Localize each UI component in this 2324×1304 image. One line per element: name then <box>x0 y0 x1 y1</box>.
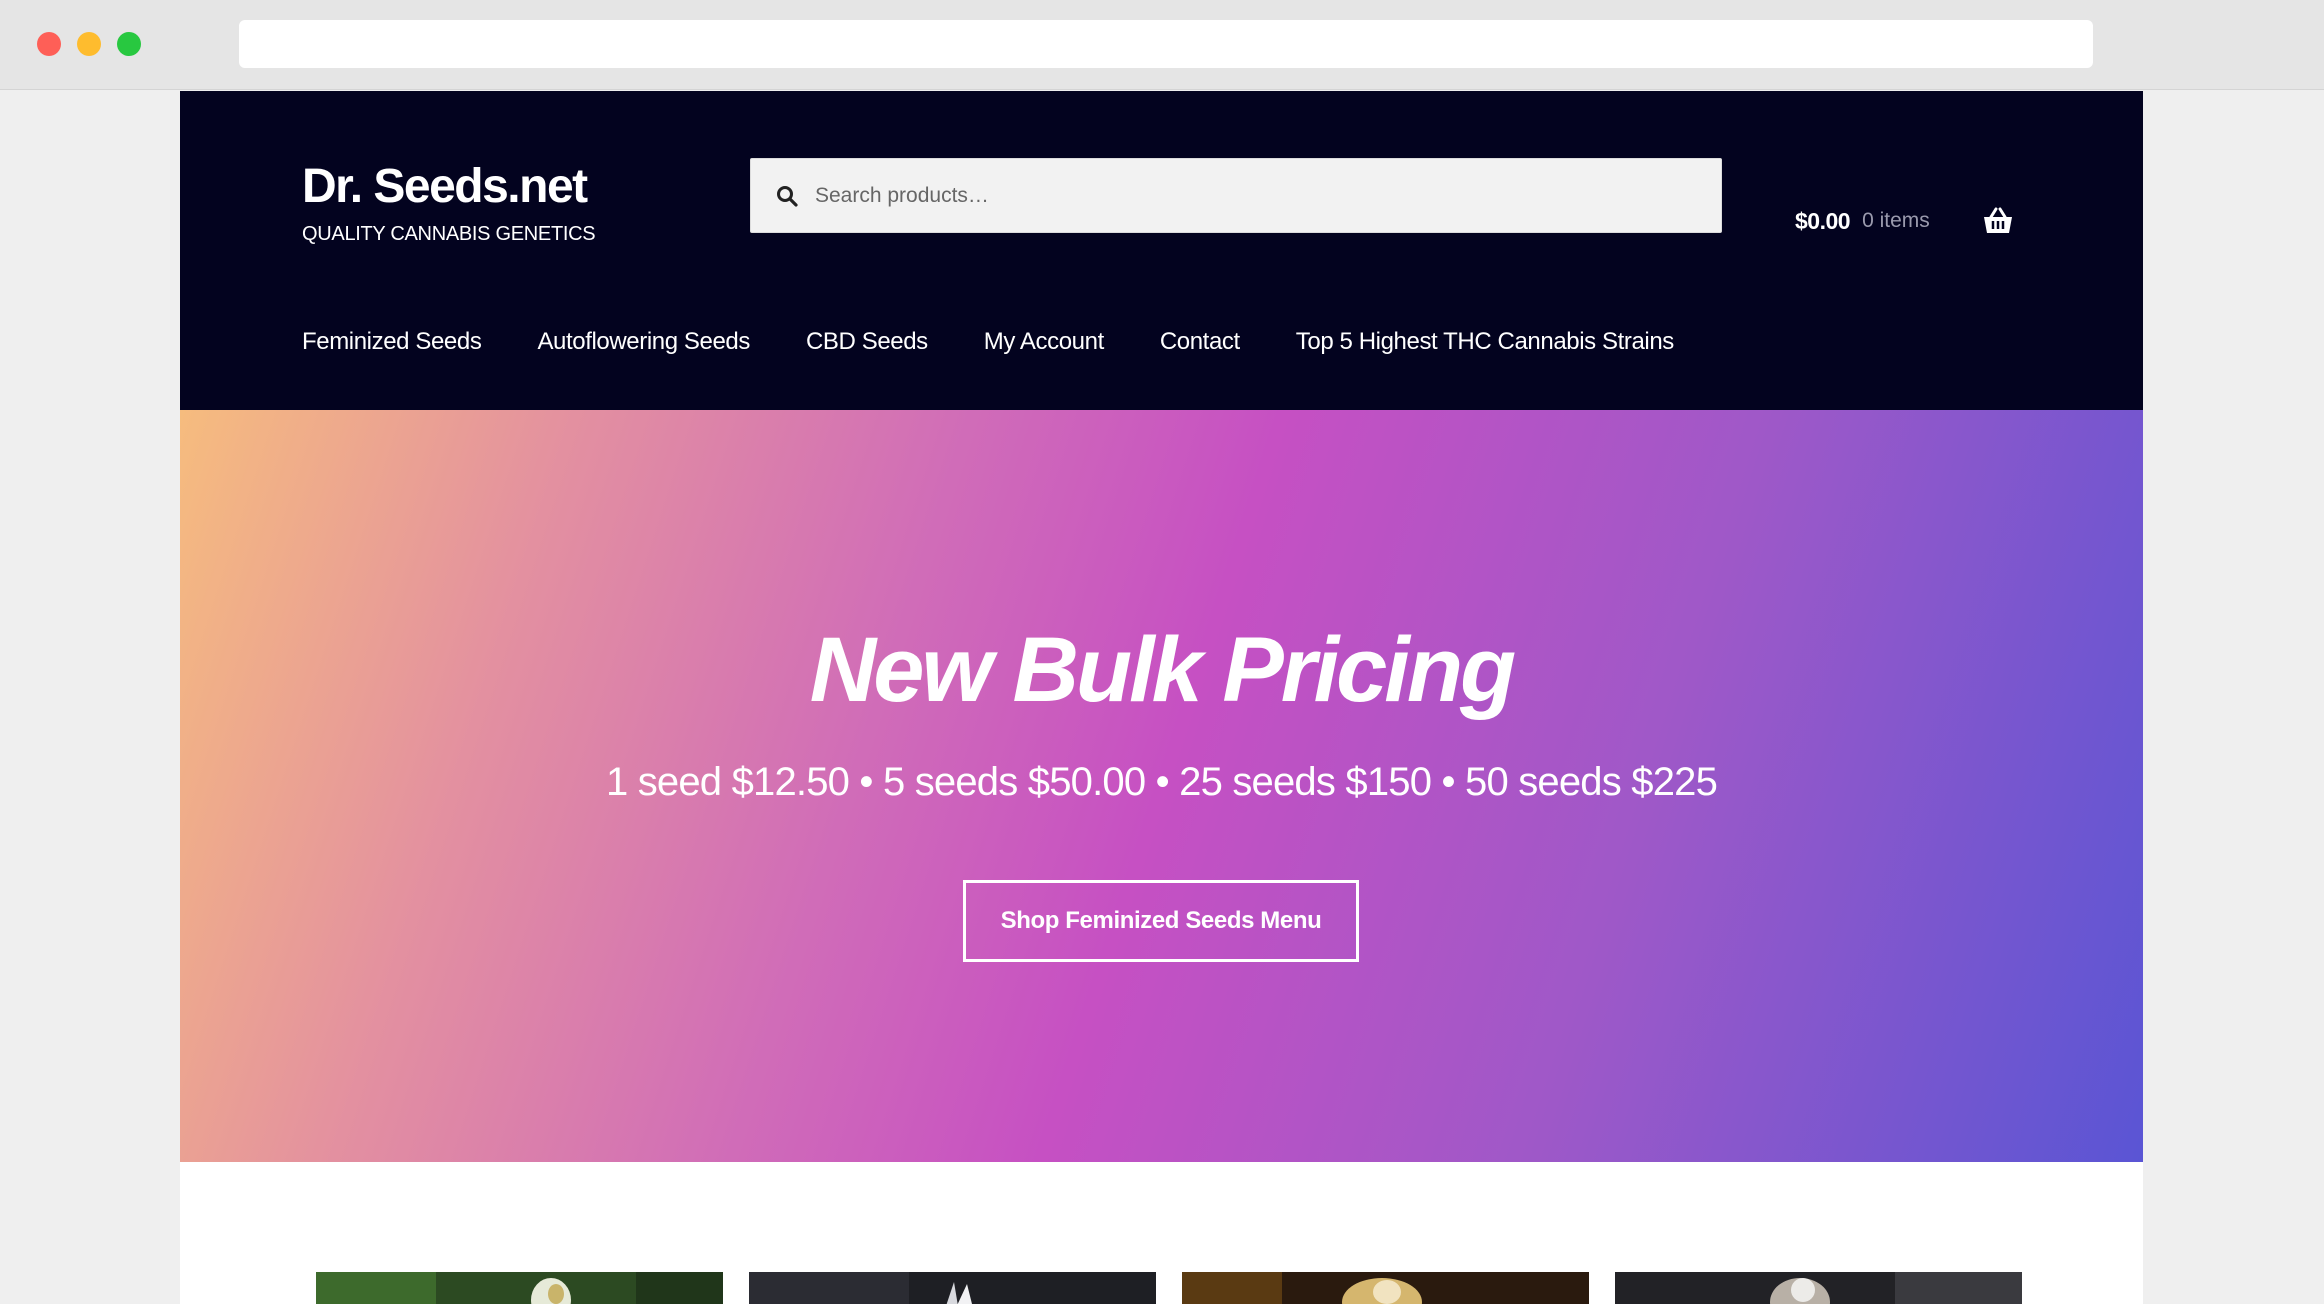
product-card[interactable] <box>749 1272 1156 1304</box>
primary-navigation: Feminized Seeds Autoflowering Seeds CBD … <box>302 328 1730 356</box>
product-card[interactable] <box>1182 1272 1589 1304</box>
site-branding[interactable]: Dr. Seeds.net QUALITY CANNABIS GENETICS <box>302 161 596 247</box>
browser-chrome <box>0 0 2324 90</box>
product-image[interactable] <box>1615 1272 2022 1304</box>
web-page: Dr. Seeds.net QUALITY CANNABIS GENETICS … <box>180 91 2143 1304</box>
search-input[interactable] <box>815 183 1695 208</box>
product-image[interactable] <box>749 1272 1156 1304</box>
minimize-window-button[interactable] <box>77 32 101 56</box>
nav-feminized-seeds[interactable]: Feminized Seeds <box>302 328 482 356</box>
site-tagline: QUALITY CANNABIS GENETICS <box>302 223 596 245</box>
address-bar[interactable] <box>239 20 2093 68</box>
hero-banner: New Bulk Pricing 1 seed $12.50 • 5 seeds… <box>180 410 2143 1162</box>
product-image[interactable] <box>1182 1272 1589 1304</box>
close-window-button[interactable] <box>37 32 61 56</box>
mini-cart[interactable]: $0.00 0 items <box>1795 207 2014 235</box>
nav-cbd-seeds[interactable]: CBD Seeds <box>806 328 928 356</box>
product-card[interactable] <box>1615 1272 2022 1304</box>
nav-contact[interactable]: Contact <box>1160 328 1240 356</box>
site-header: Dr. Seeds.net QUALITY CANNABIS GENETICS … <box>180 91 2143 410</box>
cart-count[interactable]: 0 items <box>1862 209 1930 233</box>
product-image[interactable] <box>316 1272 723 1304</box>
nav-autoflowering-seeds[interactable]: Autoflowering Seeds <box>537 328 750 356</box>
product-card[interactable] <box>316 1272 723 1304</box>
hero-title: New Bulk Pricing <box>809 619 1517 721</box>
cart-amount[interactable]: $0.00 <box>1795 208 1851 235</box>
hero-pricing: 1 seed $12.50 • 5 seeds $50.00 • 25 seed… <box>605 760 1718 804</box>
shop-feminized-button[interactable]: Shop Feminized Seeds Menu <box>963 880 1359 962</box>
nav-top-thc-strains[interactable]: Top 5 Highest THC Cannabis Strains <box>1296 328 1675 356</box>
search-icon <box>777 185 798 207</box>
site-title[interactable]: Dr. Seeds.net <box>302 161 595 213</box>
product-search <box>750 158 1722 233</box>
nav-my-account[interactable]: My Account <box>984 328 1104 356</box>
product-grid <box>180 1162 2143 1304</box>
basket-icon[interactable] <box>1982 207 2014 235</box>
maximize-window-button[interactable] <box>117 32 141 56</box>
